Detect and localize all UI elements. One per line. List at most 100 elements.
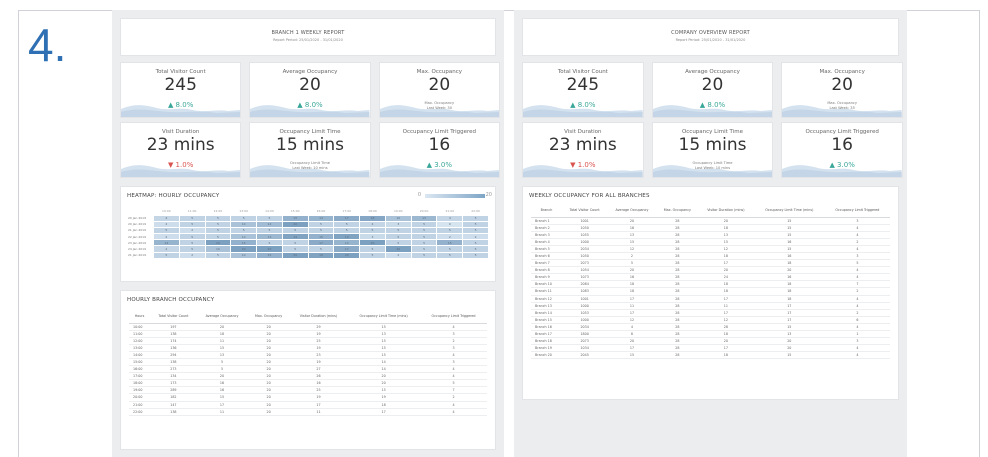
hourly-occupancy-table: Hours Total Visitor Count Average Occupanc… (129, 309, 487, 416)
table-row: Branch 2 1050 16 28 18 15 4 (531, 224, 890, 232)
table-cell: 22:00 (129, 408, 151, 416)
column-header: Visitor Duration (mins) (698, 203, 754, 218)
table-cell: 4 (420, 372, 487, 381)
table-cell: 16 (753, 238, 825, 246)
column-header: Total Visitor Count (561, 203, 608, 218)
heatmap-hour-label: 18:00 (368, 208, 377, 213)
table-cell: 1054 (561, 266, 608, 275)
table-cell: 28 (656, 217, 699, 225)
table-cell: 16 (753, 273, 825, 282)
table-cell: 7 (824, 280, 890, 289)
table-row: 12:00 174 11 20 25 15 2 (129, 337, 487, 345)
table-cell: 289 (150, 386, 197, 395)
table-cell: 17 (196, 401, 248, 409)
table-cell: 6 (824, 316, 890, 324)
heatmap-legend-min: 0 (417, 192, 421, 198)
table-cell: 13:00 (129, 344, 151, 352)
table-cell: 20 (347, 379, 421, 388)
table-cell: 3 (824, 252, 890, 261)
hourly-occupancy-card: HOURLY BRANCH OCCUPANCY Hours Total Visit… (120, 290, 496, 450)
table-cell: 18 (753, 280, 825, 289)
table-cell: Branch 7 (531, 259, 562, 268)
table-cell: 4 (824, 344, 890, 353)
heatmap-hour-label: 20:00 (419, 208, 429, 213)
table-cell: 197 (150, 323, 197, 331)
table-row: 22:00 138 11 20 11 17 4 (129, 408, 487, 416)
table-row: 17:00 134 20 20 26 20 4 (129, 372, 487, 381)
table-row: Branch 19 1034 17 28 17 20 4 (531, 344, 890, 353)
heatmap-hour-label: 21:00 (445, 208, 455, 213)
column-header: Average Occupancy (196, 309, 248, 324)
kpi-card: Max. Occupancy 20 Max. Occupancy Last Week:… (378, 62, 500, 118)
kpi-value: 23 mins (548, 135, 617, 155)
table-cell: 4 (420, 351, 487, 359)
table-cell: 28 (656, 309, 699, 317)
kpi-note-last-week: Last Week: 35 (829, 106, 855, 111)
company-report-title: COMPANY OVERVIEW REPORT (671, 30, 750, 36)
table-row: Branch 15 1000 12 28 12 17 6 (531, 316, 890, 324)
table-cell: 17 (753, 302, 825, 310)
table-row: Branch 18 2073 20 28 20 20 3 (531, 337, 890, 346)
heatmap-hour-label: 13:00 (239, 208, 248, 213)
table-cell: 173 (150, 379, 197, 388)
heatmap-hour-label: 15:00 (290, 208, 300, 213)
table-cell: 15 (347, 337, 421, 345)
table-cell: 174 (150, 337, 197, 345)
weekly-occupancy-card: WEEKLY OCCUPANCY FOR ALL BRANCHES Branch… (522, 186, 899, 400)
table-cell: Branch 13 (531, 302, 562, 310)
table-cell: 2 (824, 238, 890, 246)
table-cell: 4 (824, 266, 890, 275)
table-cell: 1050 (561, 224, 608, 232)
table-cell: 20 (196, 323, 248, 331)
table-cell: 17 (607, 344, 657, 353)
weekly-occupancy-table: Branch Total Visitor Count Average Occupan… (531, 203, 890, 360)
table-cell: Branch 10 (531, 280, 562, 289)
table-cell: 134 (150, 372, 197, 381)
table-cell: 15 (753, 245, 825, 253)
table-cell: 136 (150, 344, 197, 352)
table-cell: 28 (656, 344, 699, 353)
table-cell: 15 (347, 386, 421, 395)
table-cell: Branch 15 (531, 316, 562, 324)
table-cell: Branch 5 (531, 245, 562, 253)
table-cell: 8 (607, 330, 657, 339)
table-header-row: Branch Total Visitor Count Average Occupan… (531, 203, 890, 218)
table-cell: 19:00 (129, 386, 151, 395)
table-cell: 16 (289, 379, 348, 388)
table-row: Branch 3 1055 13 28 13 15 4 (531, 231, 890, 239)
table-row: Branch 11 1083 18 28 18 18 2 (531, 287, 890, 296)
table-row: Branch 10 2084 18 28 18 18 7 (531, 280, 890, 289)
table-cell: 15:00 (129, 358, 151, 367)
table-cell: 15 (753, 323, 825, 332)
table-row: Branch 8 1054 20 28 20 20 4 (531, 266, 890, 275)
table-cell: Branch 2 (531, 224, 562, 232)
table-cell: 11:00 (129, 330, 151, 338)
table-cell: 17 (698, 344, 754, 353)
heatmap-cell: 2 (384, 251, 412, 259)
table-cell: Branch 20 (531, 351, 562, 360)
table-cell: 17:00 (129, 372, 151, 381)
kpi-value: 23 mins (146, 135, 215, 155)
table-cell: 18 (698, 224, 754, 232)
table-cell: 3 (824, 337, 890, 346)
kpi-card: Occupancy Limit Triggered 16 ▲ 3.0% (781, 122, 903, 178)
kpi-note-last-week: Last Week: 10 mins (292, 166, 328, 171)
table-cell: 20 (196, 372, 248, 381)
table-cell: 5 (824, 259, 890, 268)
table-cell: 18 (607, 287, 657, 296)
table-cell: Branch 1 (531, 217, 562, 225)
table-cell: 10:00 (129, 323, 151, 331)
table-cell: 4 (824, 323, 890, 332)
kpi-card: Average Occupancy 20 ▲ 8.0% (249, 62, 371, 118)
table-cell: 20 (247, 401, 290, 409)
table-cell: 20 (247, 323, 290, 331)
table-cell: 294 (150, 351, 197, 359)
table-cell: 7 (420, 386, 487, 395)
table-cell: 18 (698, 287, 754, 296)
kpi-change: ▼ 1.0% (570, 161, 596, 169)
table-cell: 28 (656, 245, 699, 253)
table-cell: 25 (289, 386, 348, 395)
table-cell: 15 (196, 344, 248, 352)
table-cell: 4 (824, 224, 890, 232)
table-cell: 4 (824, 351, 890, 360)
